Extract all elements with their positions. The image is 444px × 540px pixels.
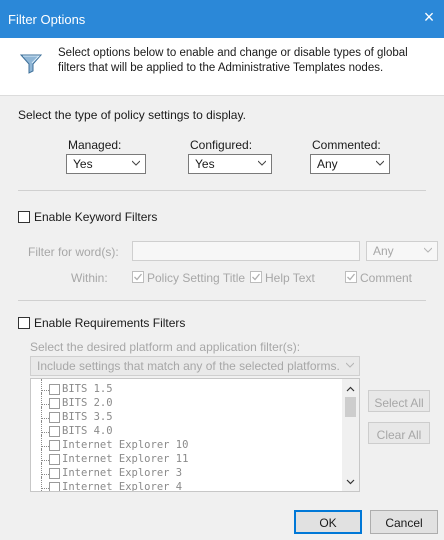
- enable-requirements-filters-checkbox[interactable]: [18, 317, 30, 329]
- keyword-match-value: Any: [373, 244, 394, 258]
- clear-all-button[interactable]: Clear All: [368, 422, 430, 444]
- platform-label: BITS 2.0: [62, 397, 113, 409]
- dialog-header: Select options below to enable and chang…: [0, 38, 444, 96]
- configured-label: Configured:: [190, 138, 253, 152]
- keyword-match-dropdown[interactable]: Any: [366, 241, 438, 261]
- platform-filter-label: Select the desired platform and applicat…: [30, 340, 301, 354]
- commented-value: Any: [317, 157, 338, 171]
- managed-value: Yes: [73, 157, 93, 171]
- platform-label: Internet Explorer 11: [62, 453, 189, 465]
- funnel-icon: [20, 54, 42, 74]
- window-title: Filter Options: [8, 12, 86, 27]
- policy-setting-title-option: Policy Setting Title: [147, 271, 246, 285]
- title-bar: Filter Options ×: [0, 0, 444, 38]
- chevron-down-icon: [376, 160, 384, 166]
- platform-match-value: Include settings that match any of the s…: [37, 359, 340, 373]
- dialog-content: Select options below to enable and chang…: [0, 38, 444, 504]
- filter-words-input[interactable]: [132, 241, 360, 261]
- chevron-down-icon: [132, 160, 140, 166]
- scrollbar-thumb[interactable]: [345, 397, 356, 417]
- managed-dropdown[interactable]: Yes: [66, 154, 146, 174]
- platform-label: BITS 4.0: [62, 425, 113, 437]
- comment-option: Comment: [360, 271, 413, 285]
- select-all-button[interactable]: Select All: [368, 390, 430, 412]
- platform-label: BITS 1.5: [62, 383, 113, 395]
- scroll-down-icon[interactable]: [346, 477, 355, 486]
- policy-type-label: Select the type of policy settings to di…: [18, 108, 246, 122]
- configured-value: Yes: [195, 157, 215, 171]
- within-label: Within:: [71, 271, 108, 285]
- close-icon[interactable]: ×: [420, 8, 438, 26]
- checked-checkbox-icon[interactable]: [132, 271, 144, 283]
- managed-label: Managed:: [68, 138, 122, 152]
- platform-label: Internet Explorer 10: [62, 439, 189, 451]
- list-scrollbar[interactable]: [342, 379, 359, 491]
- chevron-down-icon: [346, 362, 354, 368]
- enable-keyword-filters-label: Enable Keyword Filters: [34, 210, 158, 224]
- ok-button[interactable]: OK: [294, 510, 362, 534]
- header-description: Select options below to enable and chang…: [58, 47, 408, 74]
- separator: [18, 300, 426, 301]
- filter-words-label: Filter for word(s):: [28, 245, 119, 259]
- separator: [18, 190, 426, 191]
- platform-match-dropdown[interactable]: Include settings that match any of the s…: [30, 356, 360, 376]
- platform-label: BITS 3.5: [62, 411, 113, 423]
- chevron-down-icon: [258, 160, 266, 166]
- platform-label: Internet Explorer 3: [62, 467, 183, 479]
- checked-checkbox-icon[interactable]: [250, 271, 262, 283]
- platform-list[interactable]: BITS 1.5 BITS 2.0 BITS 3.5 BITS 4.0 Inte…: [30, 378, 360, 492]
- enable-keyword-filters-checkbox[interactable]: [18, 211, 30, 223]
- chevron-down-icon: [424, 247, 432, 253]
- commented-dropdown[interactable]: Any: [310, 154, 390, 174]
- checked-checkbox-icon[interactable]: [345, 271, 357, 283]
- dialog-footer: OK Cancel: [0, 504, 444, 540]
- cancel-button[interactable]: Cancel: [370, 510, 438, 534]
- commented-label: Commented:: [312, 138, 381, 152]
- scroll-up-icon[interactable]: [346, 385, 355, 394]
- platform-label: Internet Explorer 4: [62, 481, 183, 492]
- enable-requirements-filters-label: Enable Requirements Filters: [34, 316, 186, 330]
- help-text-option: Help Text: [265, 271, 315, 285]
- configured-dropdown[interactable]: Yes: [188, 154, 272, 174]
